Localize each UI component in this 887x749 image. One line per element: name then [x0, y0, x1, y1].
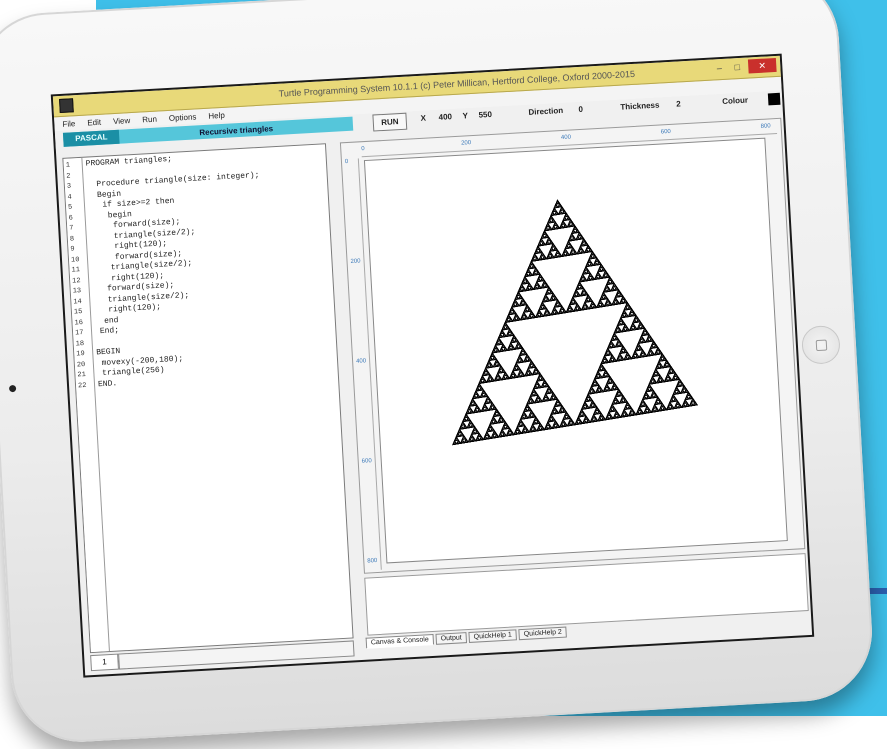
- line-number: 21: [77, 370, 87, 380]
- line-number: 9: [70, 245, 75, 254]
- code-editor[interactable]: 1 PROGRAM triangles; 2 3 Procedure triangle…: [62, 143, 354, 654]
- ruler-tick-label: 800: [760, 123, 771, 130]
- window-controls: – □ ✕: [712, 57, 777, 76]
- camera-icon: [8, 384, 17, 393]
- ruler-tick-label: 800: [367, 557, 378, 565]
- line-number: 20: [76, 360, 86, 369]
- ruler-tick-label: 0: [361, 146, 365, 153]
- line-number: 4: [67, 192, 72, 202]
- line-number: 22: [77, 381, 87, 390]
- tab-quickhelp-1[interactable]: QuickHelp 1: [468, 629, 518, 643]
- menu-help[interactable]: Help: [208, 110, 225, 120]
- line-number: 5: [67, 203, 73, 212]
- tablet-device: Turtle Programming System 10.1.1 (c) Pet…: [0, 0, 876, 746]
- y-label: Y: [462, 111, 469, 121]
- line-number: 17: [74, 329, 84, 338]
- canvas-panel: 0 200 400 600 800 0 200 400 600 800: [339, 117, 806, 574]
- line-number: 2: [66, 172, 71, 181]
- line-number: 12: [71, 276, 81, 286]
- menu-run[interactable]: Run: [142, 114, 157, 124]
- tab-output[interactable]: Output: [435, 632, 468, 645]
- home-square-icon: [815, 339, 827, 351]
- line-number: 18: [75, 339, 85, 348]
- line-number: 1: [65, 161, 71, 170]
- home-button[interactable]: [800, 324, 841, 365]
- ruler-tick-label: 600: [361, 458, 372, 465]
- ruler-tick-label: 400: [560, 134, 572, 142]
- line-indicator: 1: [90, 653, 119, 672]
- line-number: 6: [68, 213, 74, 223]
- line-number: 19: [76, 349, 85, 359]
- y-value: 550: [478, 109, 493, 120]
- colour-label: Colour: [721, 95, 749, 107]
- thickness-label: Thickness: [620, 100, 660, 112]
- minimize-button[interactable]: –: [712, 62, 727, 75]
- sierpinski-drawing: [452, 199, 698, 446]
- line-number: 3: [66, 182, 72, 191]
- maximize-button[interactable]: □: [730, 61, 745, 74]
- x-label: X: [420, 113, 427, 123]
- line-number: 16: [74, 318, 84, 328]
- menu-view[interactable]: View: [113, 116, 131, 126]
- close-button[interactable]: ✕: [747, 57, 777, 74]
- line-number: 11: [71, 266, 81, 275]
- ruler-tick-label: 400: [355, 358, 367, 365]
- run-button[interactable]: RUN: [372, 112, 408, 132]
- tab-quickhelp-2[interactable]: QuickHelp 2: [518, 626, 568, 641]
- app-logo-icon: [59, 98, 74, 114]
- thickness-value: 2: [676, 99, 681, 109]
- line-number: 10: [70, 255, 80, 265]
- turtle-canvas[interactable]: [363, 137, 788, 564]
- ruler-tick-label: 600: [660, 128, 672, 136]
- code-text: END.: [97, 378, 118, 389]
- line-number: 14: [73, 297, 83, 307]
- menu-file[interactable]: File: [62, 119, 75, 129]
- direction-label: Direction: [528, 105, 564, 117]
- menu-options[interactable]: Options: [169, 112, 197, 123]
- colour-swatch[interactable]: [767, 92, 781, 106]
- line-number: 15: [73, 308, 83, 317]
- menu-edit[interactable]: Edit: [87, 117, 101, 127]
- ruler-tick-label: 200: [460, 140, 472, 147]
- line-number: 8: [69, 234, 75, 244]
- line-number: 7: [69, 224, 74, 233]
- line-number: 13: [72, 287, 82, 296]
- tab-canvas-console[interactable]: Canvas & Console: [365, 633, 435, 649]
- ruler-tick-label: 200: [350, 258, 361, 266]
- x-value: 400: [438, 112, 453, 122]
- ruler-tick-label: 0: [344, 158, 349, 166]
- language-selector[interactable]: PASCAL: [62, 129, 120, 147]
- direction-value: 0: [578, 104, 584, 115]
- app-window: Turtle Programming System 10.1.1 (c) Pet…: [50, 53, 815, 678]
